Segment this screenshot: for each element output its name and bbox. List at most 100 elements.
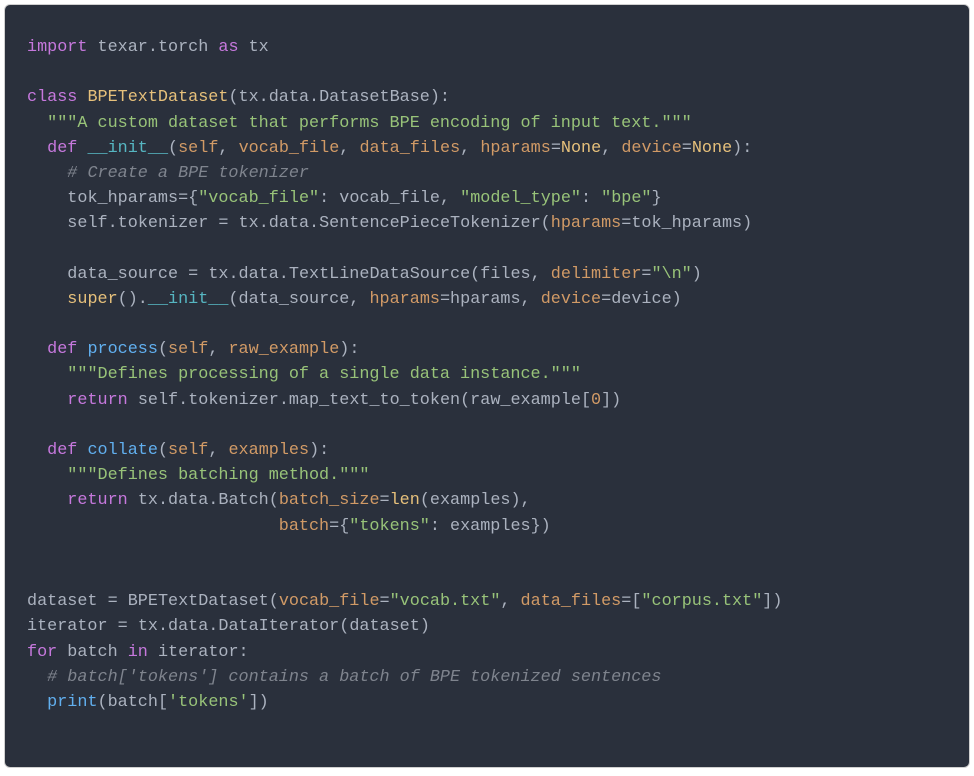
var: iterator [27, 617, 108, 636]
param: raw_example [228, 340, 339, 359]
func-init: __init__ [148, 290, 229, 309]
arg: raw_example [470, 391, 581, 410]
kw-def: def [47, 340, 77, 359]
kwarg: hparams [369, 290, 440, 309]
kw-return: return [67, 491, 127, 510]
code-line: return tx.data.Batch(batch_size=len(exam… [27, 491, 531, 510]
arg: device [611, 290, 671, 309]
code-line: def process(self, raw_example): [27, 340, 359, 359]
code-line: batch={"tokens": examples}) [27, 517, 551, 536]
builtin-len: len [390, 491, 420, 510]
builtin-print: print [47, 693, 97, 712]
kw-as: as [218, 38, 238, 57]
code-line: print(batch['tokens']) [27, 693, 269, 712]
attr: tokenizer [118, 214, 209, 233]
var: tok_hparams [67, 189, 178, 208]
alias: tx [249, 38, 269, 57]
code-line: """Defines batching method.""" [27, 466, 369, 485]
kw-def: def [47, 441, 77, 460]
kwarg: device [541, 290, 601, 309]
dict-val: "bpe" [601, 189, 651, 208]
func-name: process [87, 340, 158, 359]
code-line: return self.tokenizer.map_text_to_token(… [27, 391, 621, 410]
code-line: dataset = BPETextDataset(vocab_file="voc… [27, 592, 782, 611]
comment: # Create a BPE tokenizer [67, 164, 309, 183]
code-line: # Create a BPE tokenizer [27, 164, 309, 183]
call-path: tx.data.TextLineDataSource [208, 265, 470, 284]
dict-val: examples [450, 517, 531, 536]
dict-val: vocab_file [339, 189, 440, 208]
kw-for: for [27, 643, 57, 662]
code-line: self.tokenizer = tx.data.SentencePieceTo… [27, 214, 752, 233]
code-line: data_source = tx.data.TextLineDataSource… [27, 265, 702, 284]
code-line: class BPETextDataset(tx.data.DatasetBase… [27, 88, 450, 107]
code-line: for batch in iterator: [27, 643, 249, 662]
comment: # batch['tokens'] contains a batch of BP… [47, 668, 661, 687]
arg: files [480, 265, 530, 284]
code-block: import texar.torch as tx class BPETextDa… [4, 4, 970, 768]
code-line: def collate(self, examples): [27, 441, 329, 460]
var: data_source [67, 265, 178, 284]
arg: dataset [349, 617, 420, 636]
kw-import: import [27, 38, 87, 57]
var: batch [67, 643, 117, 662]
kwarg: delimiter [551, 265, 642, 284]
code-line: # batch['tokens'] contains a batch of BP… [27, 668, 661, 687]
super: super [67, 290, 117, 309]
index: 0 [591, 391, 601, 410]
kwarg: hparams [551, 214, 622, 233]
param: examples [228, 441, 309, 460]
code-line: tok_hparams={"vocab_file": vocab_file, "… [27, 189, 662, 208]
kwarg: vocab_file [279, 592, 380, 611]
call-path: tx.data.SentencePieceTokenizer [239, 214, 541, 233]
var: batch [108, 693, 158, 712]
string-key: 'tokens' [168, 693, 249, 712]
none: None [692, 139, 732, 158]
docstring: """A custom dataset that performs BPE en… [47, 114, 692, 133]
string: "corpus.txt" [641, 592, 762, 611]
kw-return: return [67, 391, 127, 410]
class-name: BPETextDataset [87, 88, 228, 107]
param: vocab_file [239, 139, 340, 158]
module-path: texar.torch [98, 38, 209, 57]
call-path: tx.data.Batch [138, 491, 269, 510]
code-line: """A custom dataset that performs BPE en… [27, 114, 692, 133]
attr-chain: tokenizer.map_text_to_token [188, 391, 460, 410]
kw-in: in [128, 643, 148, 662]
dict-key: "vocab_file" [198, 189, 319, 208]
code-line: def __init__(self, vocab_file, data_file… [27, 139, 752, 158]
dict-key: "tokens" [349, 517, 430, 536]
arg: tok_hparams [631, 214, 742, 233]
kwarg: batch [279, 517, 329, 536]
self: self [138, 391, 178, 410]
arg: data_source [239, 290, 350, 309]
dict-key: "model_type" [460, 189, 581, 208]
param: data_files [359, 139, 460, 158]
arg: examples [430, 491, 511, 510]
self: self [67, 214, 107, 233]
kw-class: class [27, 88, 77, 107]
kwarg: hparams [480, 139, 551, 158]
docstring: """Defines batching method.""" [67, 466, 369, 485]
param: self [168, 441, 208, 460]
code-line: import texar.torch as tx [27, 38, 269, 57]
param: self [178, 139, 218, 158]
none: None [561, 139, 601, 158]
func-name: collate [87, 441, 158, 460]
kwarg: data_files [521, 592, 622, 611]
kwarg: device [621, 139, 681, 158]
func-init: __init__ [87, 139, 168, 158]
base-class: tx.data.DatasetBase [239, 88, 430, 107]
kwarg: batch_size [279, 491, 380, 510]
arg: hparams [450, 290, 521, 309]
string: "\n" [651, 265, 691, 284]
iterable: iterator [158, 643, 239, 662]
param: self [168, 340, 208, 359]
code-line: """Defines processing of a single data i… [27, 365, 581, 384]
class-call: BPETextDataset [128, 592, 269, 611]
code-line: iterator = tx.data.DataIterator(dataset) [27, 617, 430, 636]
var: dataset [27, 592, 98, 611]
kw-def: def [47, 139, 77, 158]
docstring: """Defines processing of a single data i… [67, 365, 581, 384]
code-line: super().__init__(data_source, hparams=hp… [27, 290, 682, 309]
